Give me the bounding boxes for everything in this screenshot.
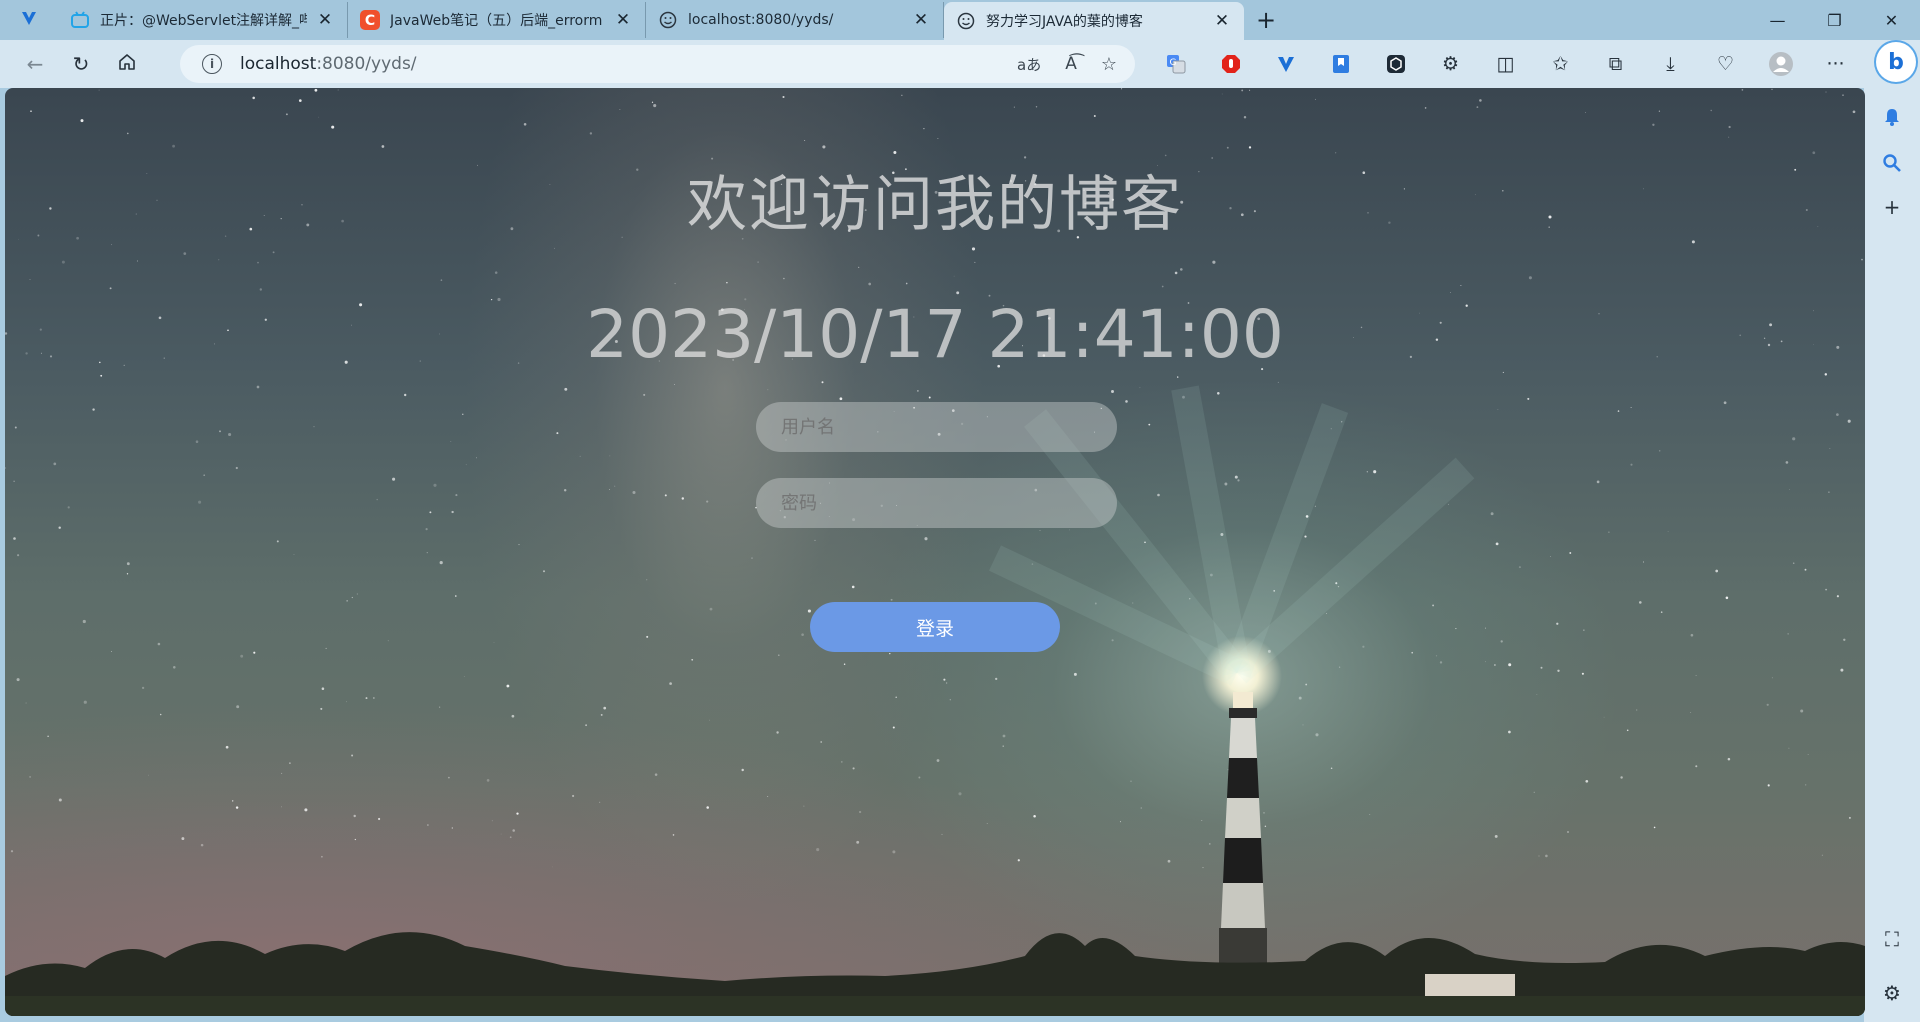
translate-icon[interactable]: aあ [1017,54,1041,75]
svg-text:G: G [1169,58,1176,68]
favorite-star-icon[interactable]: ☆ [1101,54,1117,75]
new-tab-button[interactable]: + [1244,2,1288,38]
tab-localhost[interactable]: localhost:8080/yyds/ ✕ [646,2,944,38]
refresh-button[interactable]: ↻ [58,44,104,84]
split-screen-icon[interactable]: ◫ [1478,40,1533,88]
close-icon[interactable]: ✕ [1212,11,1232,31]
home-button[interactable] [104,44,150,84]
smiley-icon [658,10,678,30]
page-viewport: 欢迎访问我的博客 2023/10/17 21:41:00 登录 [5,88,1865,1016]
url-path: :8080/yyds/ [316,54,417,74]
close-icon[interactable]: ✕ [911,10,931,30]
extensions-puzzle-icon[interactable]: ⚙ [1423,40,1478,88]
browser-essentials-icon[interactable]: ♡ [1698,40,1753,88]
close-window-button[interactable]: ✕ [1863,0,1920,40]
download-icon[interactable]: ⤓ [1643,40,1698,88]
extensions-bar: G ⚙ ◫ ✩ ⧉ ⤓ ♡ ··· [1148,40,1863,88]
adblock-icon[interactable] [1203,40,1258,88]
address-bar[interactable]: i localhost:8080/yyds/ aあ A͡ ☆ [180,45,1135,83]
tab-title: 正片：@WebServlet注解详解_哔 [100,13,307,29]
restore-button[interactable]: ❐ [1806,0,1863,40]
tv-icon [70,10,90,30]
close-icon[interactable]: ✕ [613,10,633,30]
profile-avatar[interactable] [1753,40,1808,88]
password-input[interactable] [756,478,1117,528]
url-host: localhost [240,54,317,74]
page-clock: 2023/10/17 21:41:00 [586,296,1284,373]
tab-blog-active[interactable]: 努力学习JAVA的葉的博客 ✕ [944,2,1244,40]
minimize-button[interactable]: — [1749,0,1806,40]
address-bar-actions: aあ A͡ ☆ [1017,45,1117,83]
smiley-icon [956,11,976,31]
username-input[interactable] [756,402,1117,452]
address-url[interactable]: localhost:8080/yyds/ [240,54,417,74]
home-icon [117,52,137,77]
workspaces-icon [20,9,38,31]
copilot-icon[interactable]: b [1876,42,1916,82]
arrow-left-icon: ← [26,52,44,76]
info-icon[interactable]: i [202,54,222,74]
google-translate-icon[interactable]: G [1148,40,1203,88]
tab-csdn[interactable]: C JavaWeb笔记（五）后端_errorm ✕ [348,2,646,38]
add-sidebar-app-icon[interactable]: + [1877,192,1907,222]
v-extension-icon[interactable] [1258,40,1313,88]
settings-gear-icon[interactable]: ⚙ [1877,978,1907,1008]
login-button[interactable]: 登录 [810,602,1060,652]
workspaces-button[interactable] [0,0,58,40]
svg-text:C: C [365,13,375,29]
page-title: 欢迎访问我的博客 [687,170,1183,240]
bookmark-extension-icon[interactable] [1313,40,1368,88]
window-controls: — ❐ ✕ [1749,0,1920,40]
c-icon: C [360,10,380,30]
tab-title: JavaWeb笔记（五）后端_errorm [390,13,603,29]
favorites-icon[interactable]: ✩ [1533,40,1588,88]
edge-sidebar: + ⛶ ⚙ [1864,88,1920,1022]
close-icon[interactable]: ✕ [315,10,335,30]
tab-bilibili[interactable]: 正片：@WebServlet注解详解_哔 ✕ [58,2,348,38]
refresh-icon: ↻ [72,52,90,76]
more-options-icon[interactable]: ··· [1808,40,1863,88]
read-aloud-icon[interactable]: A͡ [1065,54,1077,74]
cube-extension-icon[interactable] [1368,40,1423,88]
bell-icon[interactable] [1877,102,1907,132]
back-button[interactable]: ← [12,44,58,84]
treeline-silhouette [5,932,1865,1016]
collections-icon[interactable]: ⧉ [1588,40,1643,88]
browser-toolbar: ← ↻ i localhost:8080/yyds/ aあ A͡ ☆ G ⚙ ◫… [0,40,1920,88]
tab-strip: 正片：@WebServlet注解详解_哔 ✕ C JavaWeb笔记（五）后端_… [0,0,1920,40]
screenshot-icon[interactable]: ⛶ [1877,924,1907,954]
search-icon[interactable] [1877,148,1907,178]
tab-title: localhost:8080/yyds/ [688,12,834,28]
plus-icon: + [1255,6,1277,34]
tab-title: 努力学习JAVA的葉的博客 [986,14,1143,30]
